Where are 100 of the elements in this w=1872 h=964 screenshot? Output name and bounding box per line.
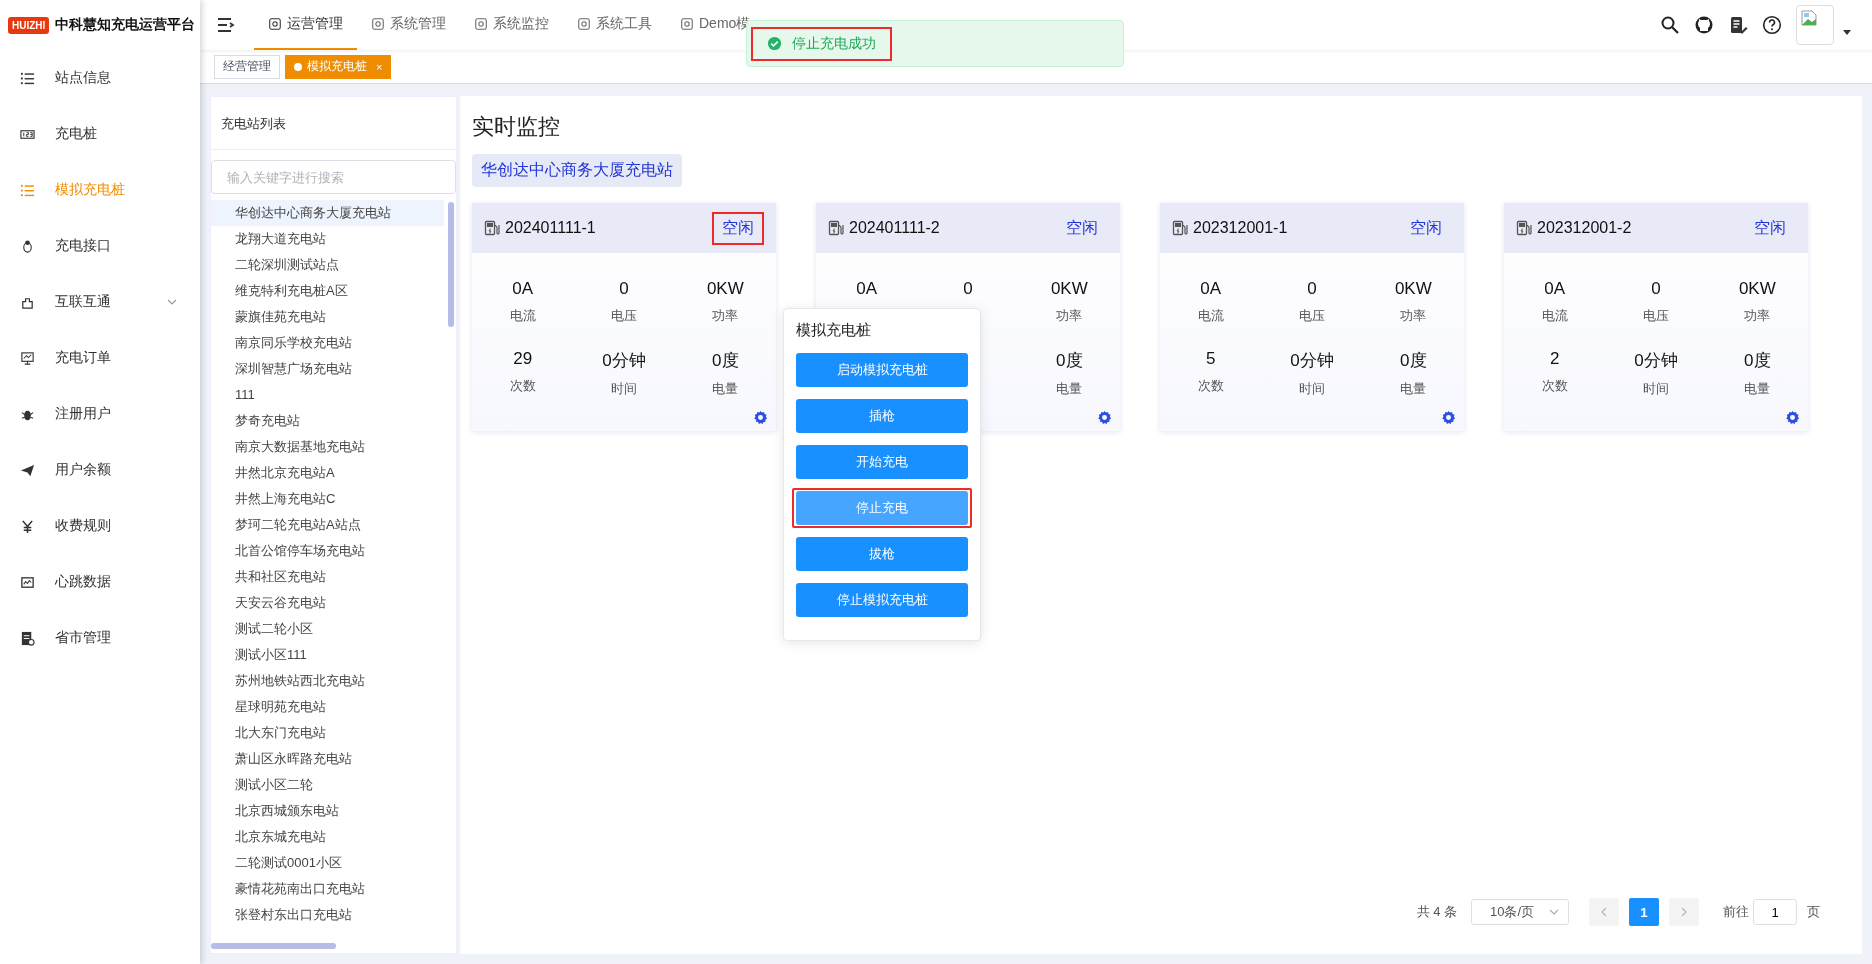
nav-tab[interactable]: 系统工具 bbox=[563, 0, 666, 50]
paper-plane-icon bbox=[20, 462, 35, 478]
station-list-item[interactable]: 测试小区二轮 bbox=[211, 772, 444, 798]
sidebar-item[interactable]: 充电桩 bbox=[0, 106, 200, 162]
station-list-item[interactable]: 梦珂二轮充电站A站点 bbox=[211, 512, 444, 538]
metric-label: 电流 bbox=[509, 307, 536, 325]
help-icon[interactable] bbox=[1762, 15, 1782, 35]
station-list-item[interactable]: 北首公馆停车场充电站 bbox=[211, 538, 444, 564]
metric-value: 0分钟 bbox=[602, 350, 646, 372]
menu-icon[interactable] bbox=[216, 15, 236, 35]
scrollbar[interactable] bbox=[448, 202, 454, 327]
sidebar-item[interactable]: 充电订单 bbox=[0, 330, 200, 386]
nav-tab[interactable]: 系统管理 bbox=[357, 0, 460, 50]
metric-value: 0KW bbox=[1394, 279, 1432, 299]
app-title: 中科慧知充电运营平台 bbox=[55, 16, 196, 34]
total-count: 共 4 条 bbox=[1416, 903, 1457, 921]
page-suffix: 页 bbox=[1807, 903, 1820, 921]
metric-label: 电流 bbox=[1541, 307, 1568, 325]
fuel-pump-icon bbox=[484, 220, 500, 236]
metric-label: 时间 bbox=[1643, 380, 1669, 398]
station-list-item[interactable]: 北大东门充电站 bbox=[211, 720, 444, 746]
metric-value: 0 bbox=[963, 279, 973, 299]
nav-tab[interactable]: 运营管理 bbox=[254, 0, 357, 50]
search-field[interactable]: 输入关键字进行搜索 bbox=[211, 160, 456, 194]
station-list-item[interactable]: 测试小区111 bbox=[211, 642, 444, 668]
metric-value: 0A bbox=[1200, 279, 1222, 299]
station-list-item[interactable]: 豪情花苑南出口充电站 bbox=[211, 876, 444, 902]
list-icon bbox=[20, 182, 35, 198]
station-list-item[interactable]: 张登村东出口充电站 bbox=[211, 902, 444, 928]
settings-icon[interactable] bbox=[1441, 410, 1456, 425]
station-list-item[interactable]: 维克特利充电桩A区 bbox=[211, 278, 444, 304]
station-list-item[interactable]: 龙翔大道充电站 bbox=[211, 226, 444, 252]
metric-label: 电量 bbox=[712, 380, 739, 398]
target-icon bbox=[371, 17, 385, 31]
page-size-select[interactable]: 10条/页 bbox=[1471, 899, 1569, 925]
station-list-item[interactable]: 苏州地铁站西北充电站 bbox=[211, 668, 444, 694]
metric-value: 0分钟 bbox=[1290, 350, 1334, 372]
metric-value: 0 bbox=[1651, 279, 1661, 299]
station-list-item[interactable]: 南京同乐学校充电站 bbox=[211, 330, 444, 356]
page-tab[interactable]: 经营管理 bbox=[214, 54, 280, 79]
pile-name: 202312001-1 bbox=[1193, 219, 1288, 237]
station-list-item[interactable]: 二轮测试0001小区 bbox=[211, 850, 444, 876]
station-list-item[interactable]: 井然北京充电站A bbox=[211, 460, 444, 486]
station-list-item[interactable]: 二轮深圳测试站点 bbox=[211, 252, 444, 278]
settings-icon[interactable] bbox=[1785, 410, 1800, 425]
metric-label: 次数 bbox=[1541, 377, 1568, 395]
metric-value: 0度 bbox=[1056, 350, 1083, 372]
station-list-item[interactable]: 深圳智慧广场充电站 bbox=[211, 356, 444, 382]
station-list-item[interactable]: 井然上海充电站C bbox=[211, 486, 444, 512]
search-icon[interactable] bbox=[1660, 15, 1680, 35]
station-list-item[interactable]: 南京大数据基地充电站 bbox=[211, 434, 444, 460]
metric-label: 电量 bbox=[1744, 380, 1771, 398]
chart-icon bbox=[20, 574, 35, 590]
metric-label: 电量 bbox=[1056, 380, 1083, 398]
station-list-item[interactable]: 测试二轮小区 bbox=[211, 616, 444, 642]
sidebar-item[interactable]: 省市管理 bbox=[0, 610, 200, 666]
metric-label: 电量 bbox=[1400, 380, 1427, 398]
scrollbar[interactable] bbox=[211, 943, 336, 949]
caret-down-icon[interactable] bbox=[1842, 27, 1852, 37]
station-tag: 华创达中心商务大厦充电站 bbox=[472, 154, 682, 187]
station-list-item[interactable]: 北京东城充电站 bbox=[211, 824, 444, 850]
station-list-item[interactable]: 梦奇充电站 bbox=[211, 408, 444, 434]
fuel-pump-icon bbox=[1516, 220, 1532, 236]
nav-tab[interactable]: 系统监控 bbox=[460, 0, 563, 50]
settings-icon[interactable] bbox=[753, 410, 768, 425]
metric-label: 功率 bbox=[712, 307, 739, 325]
document-icon bbox=[20, 630, 35, 646]
station-list-item[interactable]: 萧山区永晖路充电站 bbox=[211, 746, 444, 772]
document-edit-icon[interactable] bbox=[1728, 15, 1748, 35]
sidebar-item[interactable]: 心跳数据 bbox=[0, 554, 200, 610]
yen-icon bbox=[20, 518, 35, 534]
target-icon bbox=[268, 17, 282, 31]
station-list-item[interactable]: 111 bbox=[211, 382, 444, 408]
station-list-item[interactable]: 北京西城颁东电站 bbox=[211, 798, 444, 824]
metric-label: 时间 bbox=[1299, 380, 1325, 398]
sidebar-item[interactable]: 收费规则 bbox=[0, 498, 200, 554]
metric-value: 0度 bbox=[1744, 350, 1771, 372]
station-list-item[interactable]: 星球明苑充电站 bbox=[211, 694, 444, 720]
metric-value: 0 bbox=[1307, 279, 1317, 299]
pile-name: 202401111-1 bbox=[505, 219, 596, 237]
sidebar-item[interactable]: 用户余额 bbox=[0, 442, 200, 498]
metric-value: 0分钟 bbox=[1634, 350, 1678, 372]
station-list-item[interactable]: 蒙旗佳苑充电站 bbox=[211, 304, 444, 330]
station-list-item[interactable]: 天安云谷充电站 bbox=[211, 590, 444, 616]
settings-icon[interactable] bbox=[1097, 410, 1112, 425]
pile-name: 202312001-2 bbox=[1537, 219, 1632, 237]
page-input[interactable]: 1 bbox=[1753, 899, 1797, 925]
sidebar-item[interactable]: 互联互通 bbox=[0, 274, 200, 330]
metric-label: 功率 bbox=[1400, 307, 1427, 325]
metric-value: 0度 bbox=[1400, 350, 1427, 372]
avatar-image[interactable] bbox=[1796, 5, 1834, 45]
sidebar-item[interactable]: 站点信息 bbox=[0, 50, 200, 106]
sidebar-item[interactable]: 注册用户 bbox=[0, 386, 200, 442]
popover-title: 模拟充电桩 bbox=[796, 321, 872, 340]
sidebar-item[interactable]: 充电接口 bbox=[0, 218, 200, 274]
station-list-item[interactable]: 共和社区充电站 bbox=[211, 564, 444, 590]
station-list-item[interactable]: 华创达中心商务大厦充电站 bbox=[211, 200, 444, 226]
status-label: 空闲 bbox=[1065, 217, 1099, 238]
metric-value: 0A bbox=[1544, 279, 1566, 299]
page-title: 实时监控 bbox=[472, 113, 561, 141]
